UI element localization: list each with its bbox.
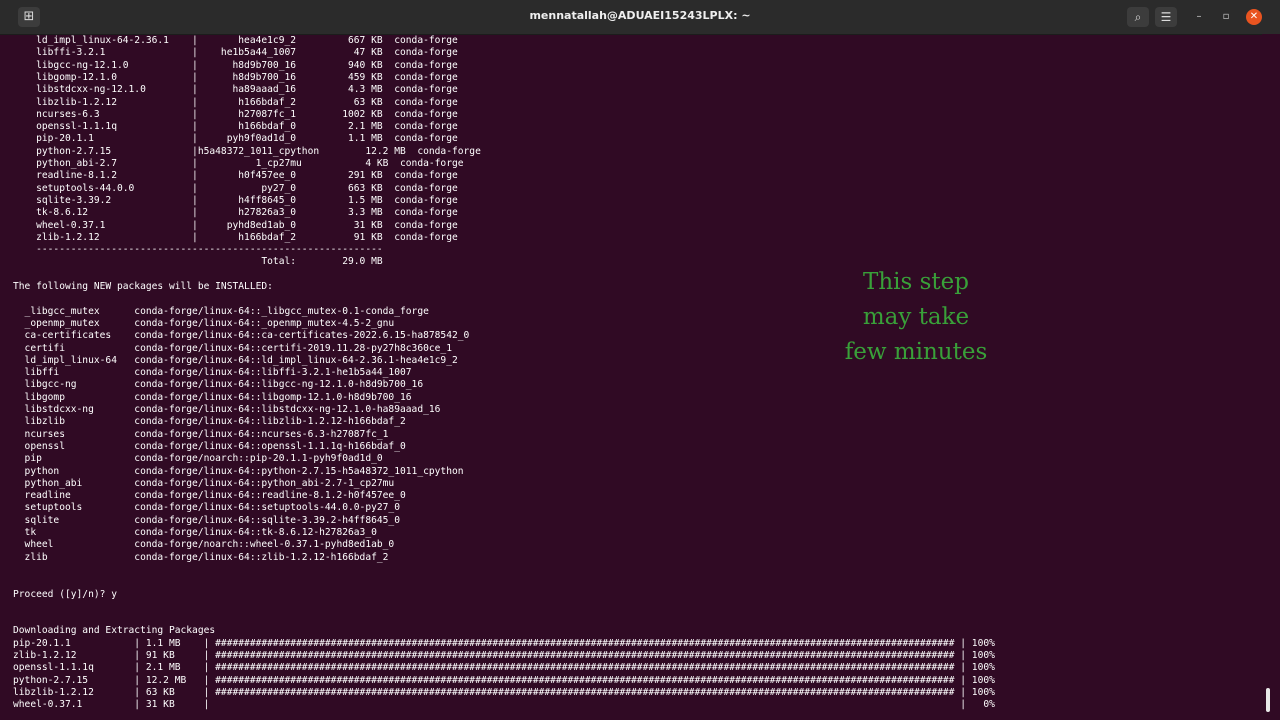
- terminal-line: openssl conda-forge/linux-64::openssl-1.…: [13, 440, 406, 452]
- terminal-line: Downloading and Extracting Packages: [13, 625, 216, 637]
- terminal-line: python_abi conda-forge/linux-64::python_…: [13, 477, 395, 489]
- terminal-line: wheel-0.37.1 | pyhd8ed1ab_0 31 KB conda-…: [13, 219, 458, 231]
- terminal-line: libgcc-ng conda-forge/linux-64::libgcc-n…: [13, 379, 424, 391]
- terminal-line: libzlib conda-forge/linux-64::libzlib-1.…: [13, 416, 406, 428]
- terminal-line: libffi-3.2.1 | he1b5a44_1007 47 KB conda…: [13, 47, 458, 59]
- terminal-line: openssl-1.1.1q | h166bdaf_0 2.1 MB conda…: [13, 121, 458, 133]
- terminal-line: openssl-1.1.1q | 2.1 MB | ##############…: [13, 662, 1001, 674]
- terminal-line: tk-8.6.12 | h27826a3_0 3.3 MB conda-forg…: [13, 207, 458, 219]
- caption-line: few minutes: [844, 339, 988, 365]
- terminal-line: readline-8.1.2 | h0f457ee_0 291 KB conda…: [13, 170, 458, 182]
- terminal-line: python_abi-2.7 | 1_cp27mu 4 KB conda-for…: [13, 158, 464, 169]
- terminal-line: libzlib-1.2.12 | 63 KB | ###############…: [13, 686, 1001, 698]
- terminal-line: pip-20.1.1 | 1.1 MB | ##################…: [13, 637, 1001, 649]
- caption-overlay: This step may take few minutes: [816, 265, 1016, 370]
- terminal-line: python-2.7.15 | 12.2 MB | ##############…: [13, 674, 1001, 686]
- terminal-line: The following NEW packages will be INSTA…: [13, 281, 273, 292]
- terminal-line: readline conda-forge/linux-64::readline-…: [13, 490, 406, 502]
- terminal-line: Total: 29.0 MB: [13, 256, 383, 268]
- terminal-line: libgcc-ng-12.1.0 | h8d9b700_16 940 KB co…: [13, 59, 458, 71]
- terminal-line: pip conda-forge/noarch::pip-20.1.1-pyh9f…: [13, 453, 383, 465]
- minimize-icon[interactable]: –: [1191, 9, 1207, 25]
- terminal-line: _openmp_mutex conda-forge/linux-64::_ope…: [13, 317, 395, 329]
- terminal-line: libgomp-12.1.0 | h8d9b700_16 459 KB cond…: [13, 71, 458, 83]
- search-icon[interactable]: ⌕: [1127, 7, 1149, 27]
- terminal-line: ld_impl_linux-64 conda-forge/linux-64::l…: [13, 354, 458, 366]
- terminal-line: zlib-1.2.12 | h166bdaf_2 91 KB conda-for…: [13, 231, 458, 243]
- terminal-line: python conda-forge/linux-64::python-2.7.…: [13, 465, 464, 477]
- terminal-line: pip-20.1.1 | pyh9f0ad1d_0 1.1 MB conda-f…: [13, 133, 458, 145]
- terminal-line: _libgcc_mutex conda-forge/linux-64::_lib…: [13, 305, 429, 317]
- close-icon[interactable]: ✕: [1246, 9, 1262, 25]
- terminal-line: ld_impl_linux-64-2.36.1 | hea4e1c9_2 667…: [13, 35, 458, 46]
- terminal-line: setuptools-44.0.0 | py27_0 663 KB conda-…: [13, 182, 458, 194]
- terminal-line: python-2.7.15 |h5a48372_1011_cpython 12.…: [13, 145, 481, 157]
- terminal-line: zlib-1.2.12 | 91 KB | ##################…: [13, 650, 1001, 661]
- window-title: mennatallah@ADUAEI15243LPLX: ~: [529, 9, 751, 22]
- terminal-line: ----------------------------------------…: [13, 244, 383, 256]
- terminal-line: libstdcxx-ng conda-forge/linux-64::libst…: [13, 404, 441, 415]
- terminal-output[interactable]: ld_impl_linux-64-2.36.1 | hea4e1c9_2 667…: [0, 34, 1262, 720]
- scrollbar-track[interactable]: [1262, 34, 1280, 720]
- terminal-window: ⊞ mennatallah@ADUAEI15243LPLX: ~ ⌕ ☰ – ▫…: [0, 0, 1280, 720]
- terminal-line: ncurses conda-forge/linux-64::ncurses-6.…: [13, 428, 389, 440]
- title-bar: ⊞ mennatallah@ADUAEI15243LPLX: ~ ⌕ ☰ – ▫…: [0, 0, 1280, 35]
- terminal-line: ncurses-6.3 | h27087fc_1 1002 KB conda-f…: [13, 108, 458, 120]
- terminal-line: wheel conda-forge/noarch::wheel-0.37.1-p…: [13, 539, 395, 551]
- caption-line: This step: [862, 269, 969, 295]
- terminal-line: libffi conda-forge/linux-64::libffi-3.2.…: [13, 367, 412, 379]
- hamburger-menu-icon[interactable]: ☰: [1155, 7, 1177, 27]
- terminal-line: certifi conda-forge/linux-64::certifi-20…: [13, 342, 452, 354]
- terminal-line: setuptools conda-forge/linux-64::setupto…: [13, 502, 400, 514]
- maximize-icon[interactable]: ▫: [1218, 9, 1234, 25]
- terminal-line: libgomp conda-forge/linux-64::libgomp-12…: [13, 391, 412, 403]
- terminal-line: wheel-0.37.1 | 31 KB | | 0%: [13, 699, 1001, 711]
- scrollbar-thumb[interactable]: [1266, 688, 1270, 712]
- terminal-line: ca-certificates conda-forge/linux-64::ca…: [13, 330, 470, 342]
- caption-line: may take: [862, 304, 970, 330]
- terminal-line: libzlib-1.2.12 | h166bdaf_2 63 KB conda-…: [13, 96, 458, 108]
- terminal-line: zlib conda-forge/linux-64::zlib-1.2.12-h…: [13, 551, 389, 563]
- terminal-line: sqlite conda-forge/linux-64::sqlite-3.39…: [13, 514, 400, 526]
- terminal-line: tk conda-forge/linux-64::tk-8.6.12-h2782…: [13, 527, 377, 538]
- terminal-line: libstdcxx-ng-12.1.0 | ha89aaad_16 4.3 MB…: [13, 84, 458, 96]
- terminal-line: Proceed ([y]/n)? y: [13, 588, 117, 600]
- terminal-line: sqlite-3.39.2 | h4ff8645_0 1.5 MB conda-…: [13, 194, 458, 206]
